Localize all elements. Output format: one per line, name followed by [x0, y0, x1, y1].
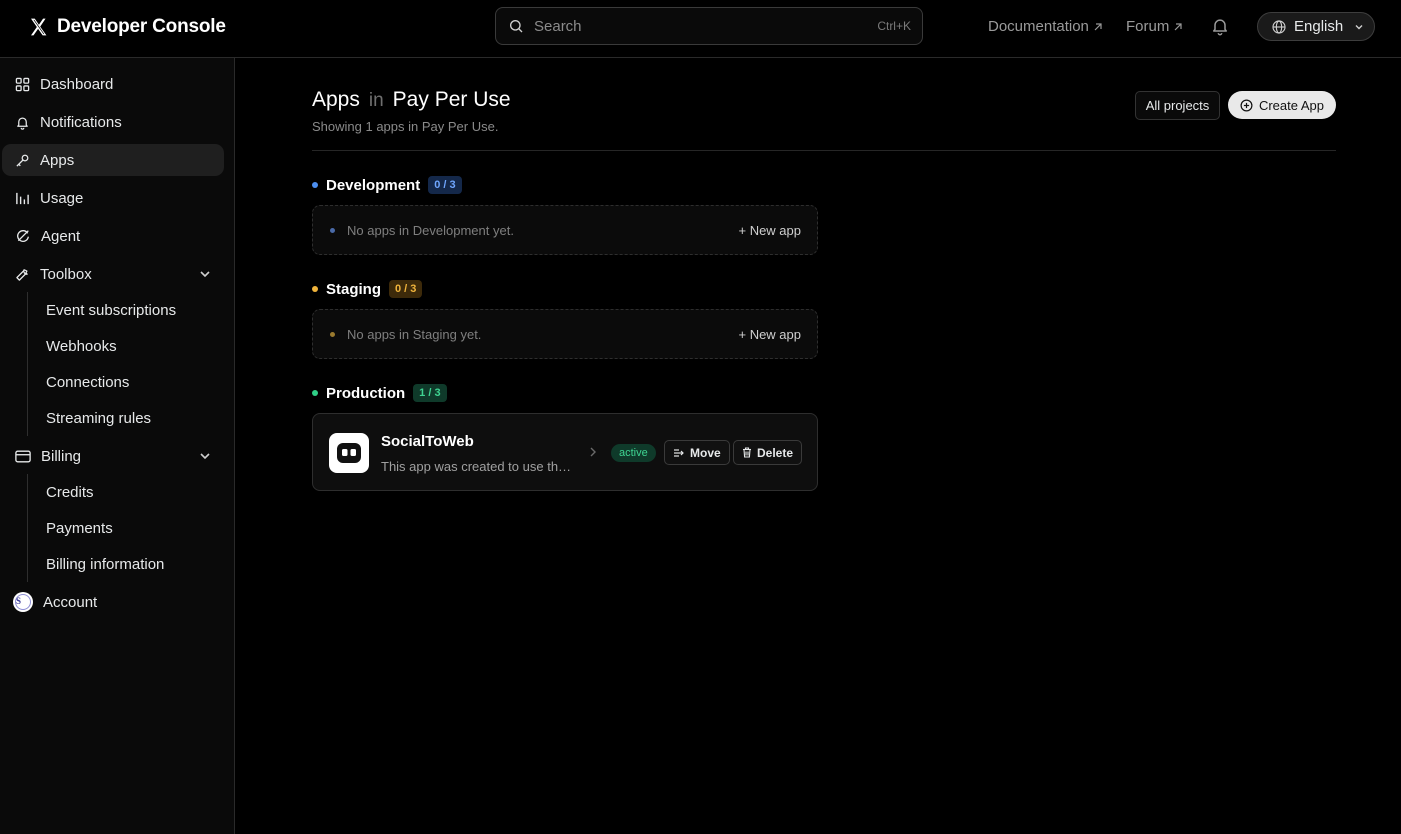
- sidebar-item-label: Notifications: [40, 113, 122, 131]
- count-badge: 0 / 3: [389, 280, 423, 298]
- move-icon: [673, 448, 685, 458]
- chevron-down-icon: [198, 449, 212, 463]
- sidebar-item-label: Account: [43, 593, 98, 611]
- chevron-down-icon: [1354, 22, 1364, 32]
- all-projects-button[interactable]: All projects: [1135, 91, 1220, 120]
- move-label: Move: [690, 445, 721, 460]
- status-dot: [312, 390, 318, 396]
- globe-icon: [1271, 19, 1287, 35]
- count-badge: 0 / 3: [428, 176, 462, 194]
- status-dot: [312, 182, 318, 188]
- avatar: S: [13, 592, 33, 612]
- page-title-in: in: [368, 90, 384, 111]
- plus-circle-icon: [1240, 99, 1253, 112]
- app-description: This app was created to use the…: [381, 459, 577, 474]
- page-title: Apps in Pay Per Use: [312, 88, 511, 112]
- sidebar-item-dashboard[interactable]: Dashboard: [2, 68, 224, 100]
- chevron-right-icon[interactable]: [587, 446, 599, 458]
- page-subtitle: Showing 1 apps in Pay Per Use.: [312, 119, 499, 134]
- status-dot: [330, 227, 335, 233]
- toolbox-rail: [27, 292, 28, 436]
- section-production: Production 1 / 3: [312, 384, 447, 402]
- sidebar: Dashboard Notifications Apps Usage Agent…: [0, 58, 235, 834]
- wrench-icon: [15, 267, 30, 282]
- forum-label: Forum: [1126, 18, 1170, 35]
- section-staging: Staging 0 / 3: [312, 280, 423, 298]
- grid-icon: [15, 77, 30, 92]
- sidebar-item-notifications[interactable]: Notifications: [2, 106, 224, 138]
- search-icon: [508, 18, 524, 34]
- sidebar-item-streaming-rules[interactable]: Streaming rules: [46, 410, 151, 427]
- sidebar-item-billing[interactable]: Billing: [2, 440, 224, 472]
- empty-message: No apps in Staging yet.: [347, 326, 482, 342]
- agent-icon: [15, 228, 31, 244]
- sidebar-item-label: Apps: [40, 151, 75, 169]
- app-name[interactable]: SocialToWeb: [381, 433, 474, 450]
- billing-rail: [27, 474, 28, 582]
- brand[interactable]: Developer Console: [28, 14, 226, 40]
- documentation-link[interactable]: Documentation: [988, 18, 1103, 35]
- create-app-label: Create App: [1258, 97, 1325, 113]
- app-card[interactable]: SocialToWeb This app was created to use …: [312, 413, 818, 491]
- sidebar-item-webhooks[interactable]: Webhooks: [46, 338, 117, 355]
- main-content: Apps in Pay Per Use Showing 1 apps in Pa…: [236, 58, 1401, 834]
- app-logo-icon: [329, 433, 369, 473]
- project-name[interactable]: Pay Per Use: [393, 88, 511, 112]
- sidebar-item-billing-information[interactable]: Billing information: [46, 556, 164, 573]
- chevron-down-icon: [198, 267, 212, 281]
- sidebar-item-account[interactable]: S Account: [2, 586, 224, 618]
- search-shortcut: Ctrl+K: [877, 19, 911, 33]
- sidebar-item-toolbox[interactable]: Toolbox: [2, 258, 224, 290]
- section-title: Production: [326, 384, 406, 402]
- bell-icon: [15, 115, 30, 130]
- empty-development: No apps in Development yet. + New app: [312, 205, 818, 255]
- documentation-label: Documentation: [988, 18, 1089, 35]
- x-logo-icon: [28, 17, 49, 37]
- external-link-icon: [1173, 22, 1183, 32]
- brand-title: Developer Console: [57, 16, 226, 37]
- sidebar-item-label: Dashboard: [40, 75, 114, 93]
- external-link-icon: [1093, 22, 1103, 32]
- sidebar-item-label: Agent: [41, 227, 81, 245]
- sidebar-item-label: Billing: [41, 447, 82, 465]
- create-app-button[interactable]: Create App: [1228, 91, 1336, 119]
- section-title: Staging: [326, 280, 381, 298]
- key-icon: [15, 153, 30, 168]
- sidebar-item-event-subscriptions[interactable]: Event subscriptions: [46, 302, 176, 319]
- section-development: Development 0 / 3: [312, 176, 462, 194]
- credit-card-icon: [15, 449, 31, 464]
- header-divider: [312, 150, 1336, 151]
- trash-icon: [742, 447, 752, 458]
- status-badge: active: [611, 444, 656, 462]
- search-box[interactable]: Ctrl+K: [495, 7, 923, 45]
- top-bar: Developer Console Ctrl+K Documentation F…: [0, 0, 1401, 58]
- empty-staging: No apps in Staging yet. + New app: [312, 309, 818, 359]
- delete-button[interactable]: Delete: [733, 440, 803, 465]
- search-input[interactable]: [534, 17, 878, 35]
- sidebar-item-payments[interactable]: Payments: [46, 520, 113, 537]
- language-selector[interactable]: English: [1257, 12, 1375, 41]
- new-app-link[interactable]: + New app: [738, 223, 801, 238]
- sidebar-item-label: Toolbox: [40, 265, 92, 283]
- delete-label: Delete: [757, 445, 794, 460]
- empty-message: No apps in Development yet.: [347, 222, 514, 238]
- sidebar-item-connections[interactable]: Connections: [46, 374, 129, 391]
- bar-chart-icon: [15, 191, 30, 206]
- section-title: Development: [326, 176, 421, 194]
- count-badge: 1 / 3: [413, 384, 447, 402]
- sidebar-item-apps[interactable]: Apps: [2, 144, 224, 176]
- bell-icon[interactable]: [1210, 16, 1230, 36]
- page-title-apps: Apps: [312, 88, 360, 111]
- language-label: English: [1294, 18, 1344, 35]
- move-button[interactable]: Move: [664, 440, 730, 465]
- new-app-link[interactable]: + New app: [738, 327, 801, 342]
- forum-link[interactable]: Forum: [1126, 18, 1183, 35]
- status-dot: [312, 286, 318, 292]
- sidebar-item-label: Usage: [40, 189, 84, 207]
- sidebar-item-credits[interactable]: Credits: [46, 484, 94, 501]
- sidebar-item-usage[interactable]: Usage: [2, 182, 224, 214]
- sidebar-item-agent[interactable]: Agent: [2, 220, 224, 252]
- status-dot: [330, 331, 335, 337]
